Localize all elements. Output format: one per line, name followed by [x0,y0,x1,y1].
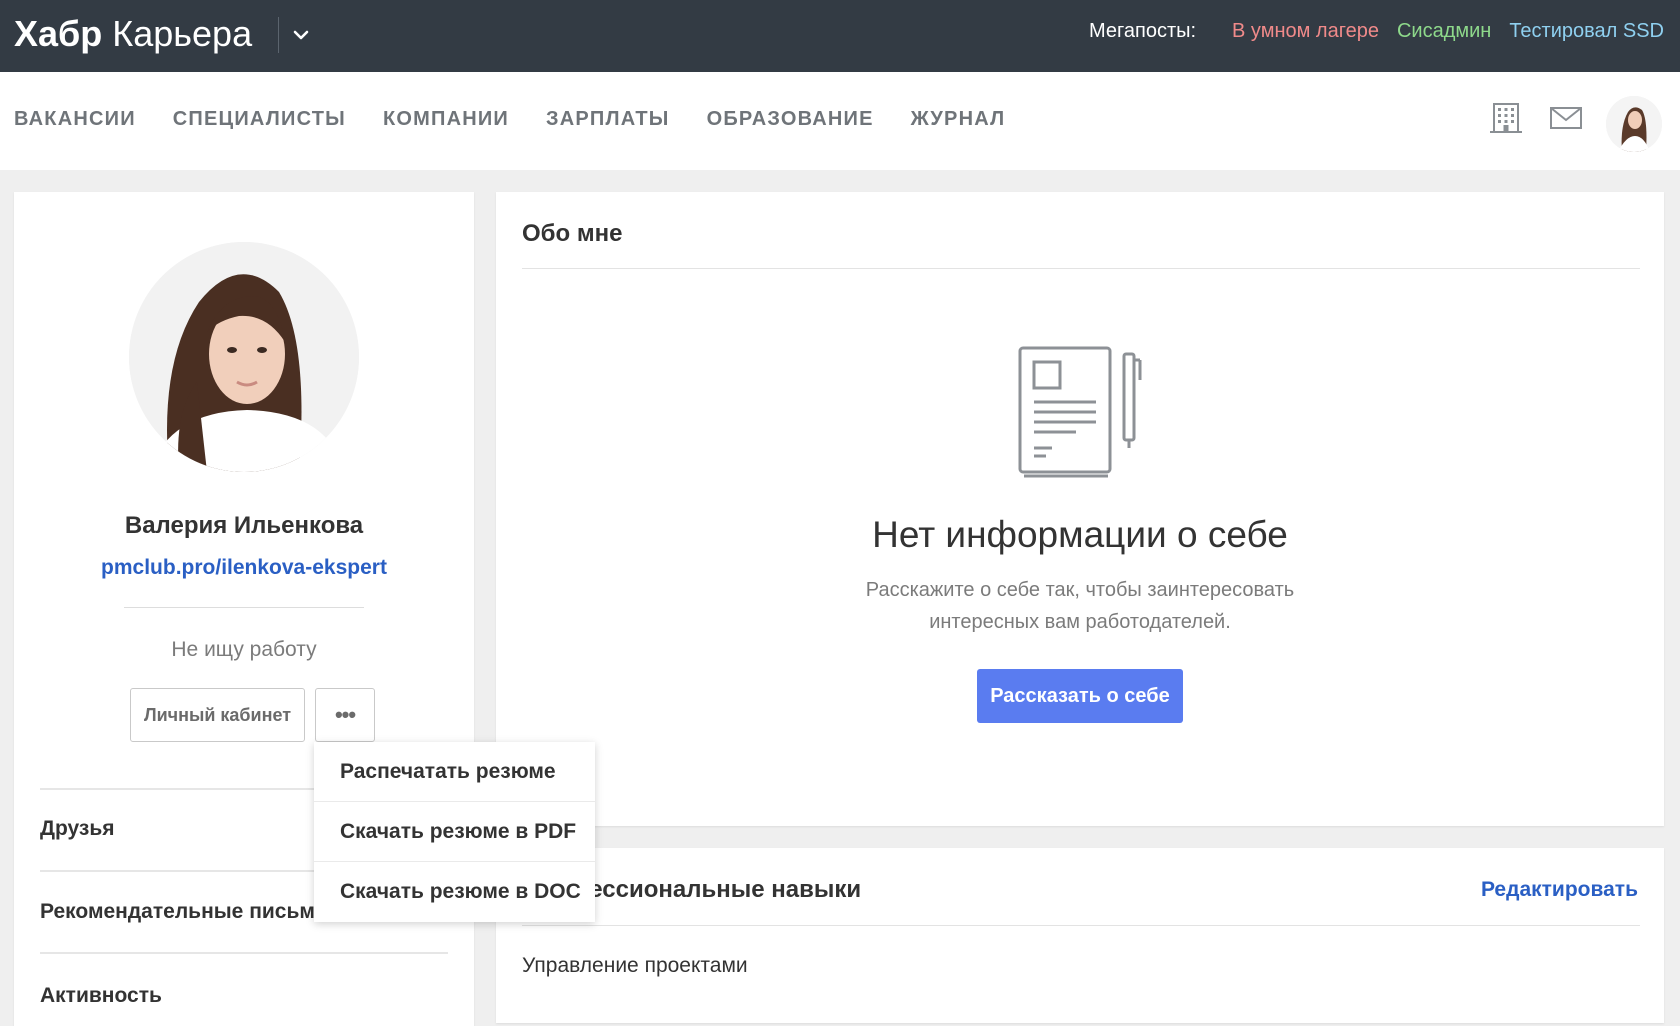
megapost-link[interactable]: В умном лагере [1232,20,1379,43]
divider [40,952,448,954]
main-nav: ВАКАНСИИ СПЕЦИАЛИСТЫ КОМПАНИИ ЗАРПЛАТЫ О… [0,72,1680,170]
empty-state-text: Расскажите о себе так, чтобы заинтересов… [865,579,1295,633]
logo-separator [278,17,279,53]
nav-item-vacancies[interactable]: ВАКАНСИИ [14,108,136,131]
divider [522,925,1640,926]
megapost-link[interactable]: Сисадмин [1397,20,1491,43]
about-title: Обо мне [522,220,623,247]
user-avatar[interactable] [1606,96,1662,152]
tell-about-button[interactable]: Рассказать о себе [977,669,1183,723]
logo-sub-text: Карьера [112,13,253,54]
nav-item-specialists[interactable]: СПЕЦИАЛИСТЫ [173,108,346,131]
print-resume-item[interactable]: Распечатать резюме [314,742,595,802]
profile-website-link[interactable]: pmclub.pro/ilenkova-ekspert [14,556,474,580]
sidebar-item-friends[interactable]: Друзья [40,817,115,841]
skill-item: Управление проектами [522,954,748,977]
sidebar-item-activity[interactable]: Активность [40,984,162,1008]
resume-options-menu: Распечатать резюме Скачать резюме в PDF … [314,742,595,922]
megapost-link[interactable]: Тестировал SSD [1509,20,1664,43]
download-pdf-item[interactable]: Скачать резюме в PDF [314,802,595,862]
nav-item-salaries[interactable]: ЗАРПЛАТЫ [546,108,670,131]
sidebar-item-recommendations[interactable]: Рекомендательные письма [40,900,326,924]
building-icon[interactable] [1488,100,1524,136]
chevron-down-icon[interactable] [290,24,312,46]
skills-card: Профессиональные навыки Редактировать Уп… [496,848,1664,1023]
edit-skills-link[interactable]: Редактировать [1481,878,1638,902]
profile-photo [129,242,359,472]
avatar-image [1606,96,1662,152]
mail-icon[interactable] [1548,100,1584,136]
download-doc-item[interactable]: Скачать резюме в DOC [314,862,595,922]
more-options-button[interactable]: ••• [315,688,375,742]
divider [124,607,364,608]
top-bar: Хабр Карьера Мегапосты: В умном лагере С… [0,0,1680,72]
divider [522,268,1640,269]
nav-item-journal[interactable]: ЖУРНАЛ [911,108,1006,131]
about-card: Обо мне Нет информации о себе Расскажите… [496,192,1664,826]
habr-career-logo[interactable]: Хабр Карьера [14,12,252,56]
personal-cabinet-button[interactable]: Личный кабинет [130,688,305,742]
nav-item-education[interactable]: ОБРАЗОВАНИЕ [707,108,874,131]
megaposts-label: Мегапосты: [1089,20,1197,42]
document-pen-icon [1018,346,1142,478]
empty-state-title: Нет информации о себе [872,514,1288,555]
megaposts: Мегапосты: В умном лагере Сисадмин Тести… [1089,20,1664,43]
nav-item-companies[interactable]: КОМПАНИИ [383,108,509,131]
profile-name: Валерия Ильенкова [124,512,364,539]
logo-main-text: Хабр [14,13,103,54]
nav-items: ВАКАНСИИ СПЕЦИАЛИСТЫ КОМПАНИИ ЗАРПЛАТЫ О… [14,108,1042,131]
job-status: Не ищу работу [171,638,317,661]
